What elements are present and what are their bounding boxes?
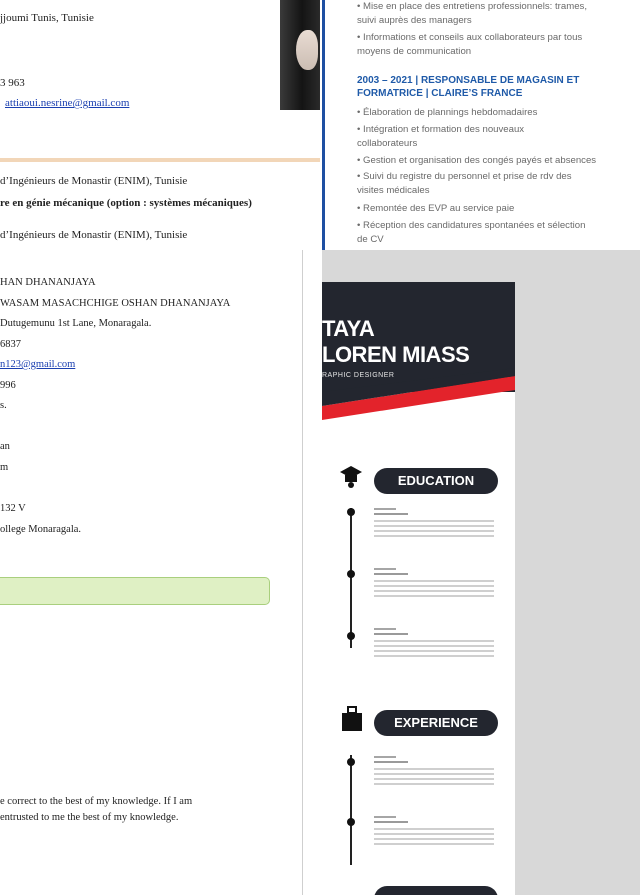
cv-panel-bottom-right: TAYA LOREN MIASS RAPHIC DESIGNER EDUCATI… [322,250,640,895]
bullet-line: collaborateurs [357,138,418,149]
next-section-title [374,886,498,895]
detail-line: m [0,462,9,473]
experience-entry [374,816,494,848]
education-degree: re en génie mécanique (option : systèmes… [0,197,252,209]
declaration-line-1: e correct to the best of my knowledge. I… [0,796,193,807]
education-entry [374,508,494,540]
briefcase-icon [342,706,362,731]
timeline-dot [347,570,355,578]
designer-role: RAPHIC DESIGNER [322,372,395,379]
timeline-dot [347,818,355,826]
phone-text: 3 963 [0,77,25,89]
detail-line: an [0,441,10,452]
timeline-dot [347,758,355,766]
email-link[interactable]: attiaoui.nesrine@gmail.com [5,97,129,109]
education-entry [374,628,494,660]
designer-first-name: TAYA [322,316,375,341]
email-link[interactable]: n123@gmail.com [0,359,75,370]
section-divider [0,158,320,162]
bullet-line: moyens de communication [357,46,472,57]
experience-section-title: EXPERIENCE [374,710,498,736]
birth-date: 996 [0,380,16,391]
name-short: HAN DHANANJAYA [0,277,96,288]
bullet-line: • Intégration et formation des nouveaux [357,124,525,135]
bullet-line: • Élaboration de plannings hebdomadaires [357,107,538,118]
school-text: ollege Monaragala. [0,524,82,535]
timeline-dot [347,632,355,640]
id-number: 132 V [0,503,26,514]
section-header-bar [0,577,270,605]
phone-text: 6837 [0,339,21,350]
bullet-line: • Remontée des EVP au service paie [357,203,515,214]
detail-line: s. [0,400,7,411]
job-heading-company: FORMATRICE | CLAIRE’S FRANCE [357,88,523,99]
cv-panel-bottom-left: HAN DHANANJAYA WASAM MASACHCHIGE OSHAN D… [0,250,303,895]
education-section-title: EDUCATION [374,468,498,494]
education-school-2: d’Ingénieurs de Monastir (ENIM), Tunisie [0,229,188,241]
education-timeline [350,508,352,648]
cv-panel-top-right: • Mise en place des entretiens professio… [322,0,640,250]
experience-entry [374,756,494,788]
bullet-line: • Mise en place des entretiens professio… [357,1,587,12]
job-heading: 2003 – 2021 | RESPONSABLE DE MAGASIN ET [357,75,580,86]
address-text: Dutugemunu 1st Lane, Monaragala. [0,318,152,329]
timeline-dot [347,508,355,516]
bullet-line: suivi auprès des managers [357,15,472,26]
cv-panel-top-left: jjoumi Tunis, Tunisie 3 963 attiaoui.nes… [0,0,320,250]
declaration-line-2: entrusted to me the best of my knowledge… [0,812,179,823]
bullet-line: • Informations et conseils aux collabora… [357,32,583,43]
name-full: WASAM MASACHCHIGE OSHAN DHANANJAYA [0,298,231,309]
education-school-1: d’Ingénieurs de Monastir (ENIM), Tunisie [0,175,188,187]
education-entry [374,568,494,600]
bullet-line: • Suivi du registre du personnel et pris… [357,171,572,182]
bullet-line: • Gestion et organisation des congés pay… [357,155,597,166]
graduation-cap-icon [340,466,362,488]
designer-last-name: LOREN MIASS [322,342,470,367]
bullet-line: • Réception des candidatures spontanées … [357,220,586,231]
experience-timeline [350,755,352,865]
bullet-line: visites médicales [357,185,430,196]
address-text: jjoumi Tunis, Tunisie [0,12,94,24]
profile-photo [280,0,320,110]
bullet-line: de CV [357,234,384,245]
